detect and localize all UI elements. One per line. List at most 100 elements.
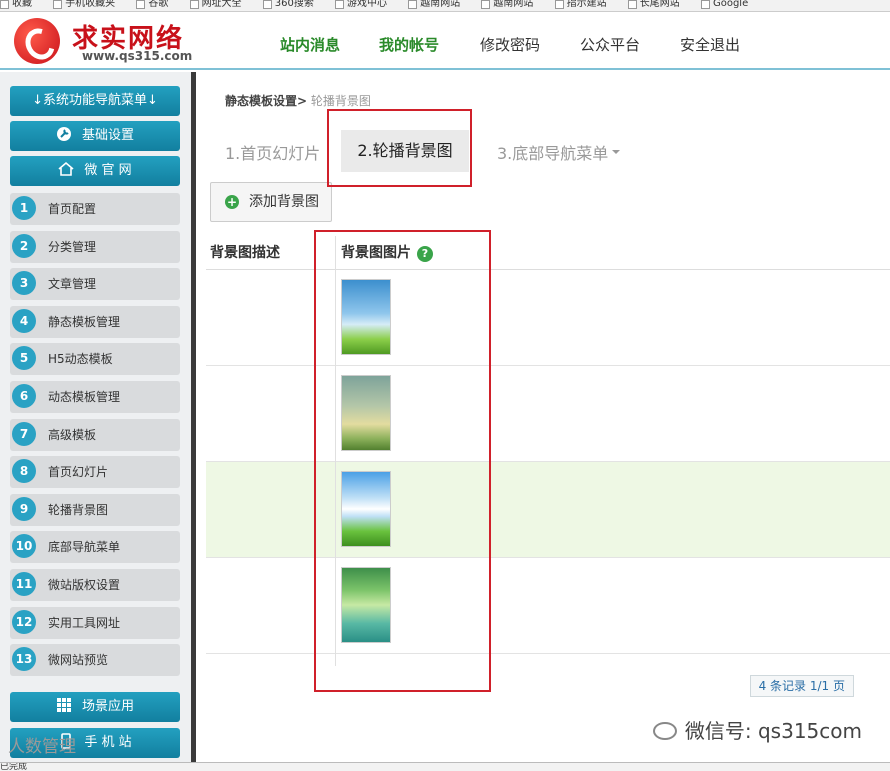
bookmark-icon: [627, 0, 637, 9]
item-number-badge: 5: [12, 346, 36, 370]
tab-home-slides[interactable]: 1.首页幻灯片: [225, 140, 320, 164]
site-header: 求实网络 www.qs315.com 站内消息 我的帐号 修改密码 公众平台 安…: [0, 12, 890, 70]
bookmark-icon: [53, 0, 63, 9]
tab-bottom-nav-label: 3.底部导航菜单: [497, 144, 609, 163]
bookmark-item[interactable]: 收藏: [0, 0, 32, 9]
column-header-description: 背景图描述: [210, 245, 280, 261]
sidebar-item-tool-links[interactable]: 12 实用工具网址: [10, 607, 180, 639]
sidebar-scene-apps[interactable]: 场景应用: [10, 692, 180, 722]
table-header: 背景图描述 背景图图片?: [206, 236, 890, 270]
breadcrumb-parent[interactable]: 静态模板设置>: [225, 94, 307, 108]
nav-public-platform[interactable]: 公众平台: [580, 34, 640, 55]
sidebar-item-home-slides[interactable]: 8 首页幻灯片: [10, 456, 180, 488]
bookmark-icon: [554, 0, 564, 9]
wrench-icon: [56, 127, 71, 141]
highlight-box-tab: [327, 109, 472, 187]
bookmark-item[interactable]: 指示建站: [554, 0, 607, 9]
table-row[interactable]: [206, 366, 890, 462]
breadcrumb: 静态模板设置> 轮播背景图: [225, 92, 371, 109]
sidebar-item-label: 首页幻灯片: [48, 465, 109, 479]
bookmark-item[interactable]: 游戏中心: [335, 0, 387, 9]
sidebar-item-label: 首页配置: [48, 202, 97, 216]
sidebar-item-static-templates[interactable]: 4 静态模板管理: [10, 306, 180, 338]
bookmark-icon: [408, 0, 418, 9]
sidebar-item-articles[interactable]: 3 文章管理: [10, 268, 180, 300]
nav-change-password[interactable]: 修改密码: [480, 34, 540, 55]
table-row[interactable]: [206, 558, 890, 654]
pagination-info: 4 条记录 1/1 页: [749, 675, 854, 697]
item-number-badge: 9: [12, 497, 36, 521]
sidebar-basic-label: 基础设置: [81, 128, 134, 143]
sidebar-mobile-label: 手 机 站: [84, 735, 132, 750]
table-row[interactable]: [206, 270, 890, 366]
bookmark-icon: [262, 0, 272, 9]
bookmark-icon: [335, 0, 345, 9]
sidebar-item-category[interactable]: 2 分类管理: [10, 231, 180, 263]
bookmarks-bar: 收藏 手机收藏夹 谷歌 网址大全 360搜索 游戏中心 越南网站 越南网站 指示…: [0, 0, 890, 12]
bookmark-item[interactable]: 越南网站: [481, 0, 533, 9]
sidebar-item-label: 微网站预览: [48, 653, 109, 667]
highlight-box-images: [314, 230, 491, 692]
bookmark-icon: [189, 0, 199, 9]
plus-icon: +: [225, 195, 239, 209]
sidebar-basic-settings[interactable]: 基础设置: [10, 121, 180, 151]
site-logo[interactable]: 求实网络 www.qs315.com: [14, 16, 204, 66]
nav-logout[interactable]: 安全退出: [680, 34, 740, 55]
item-number-badge: 6: [12, 384, 36, 408]
bookmark-item[interactable]: 网址大全: [189, 0, 242, 9]
bookmark-item[interactable]: 谷歌: [136, 0, 168, 9]
bookmark-item[interactable]: 手机收藏夹: [53, 0, 115, 9]
item-number-badge: 1: [12, 196, 36, 220]
nav-my-account[interactable]: 我的帐号: [379, 34, 439, 55]
logo-url: www.qs315.com: [82, 49, 193, 63]
item-number-badge: 7: [12, 422, 36, 446]
sidebar-item-dynamic-templates[interactable]: 6 动态模板管理: [10, 381, 180, 413]
wechat-icon: [652, 722, 677, 740]
sidebar-item-label: 轮播背景图: [48, 503, 109, 517]
sidebar-weiguanwang-label: 微 官 网: [84, 163, 132, 178]
nav-messages[interactable]: 站内消息: [280, 34, 340, 55]
home-icon: [58, 161, 74, 176]
sidebar-item-preview[interactable]: 13 微网站预览: [10, 644, 180, 676]
bookmark-icon: [481, 0, 491, 9]
sidebar-item-label: 微站版权设置: [48, 578, 121, 592]
sidebar-item-label: 底部导航菜单: [48, 540, 121, 554]
sidebar-weiguanwang[interactable]: 微 官 网: [10, 156, 180, 186]
bookmark-item[interactable]: 长尾网站: [627, 0, 680, 9]
sidebar-item-label: H5动态模板: [48, 352, 113, 366]
table-row[interactable]: [206, 462, 890, 558]
item-number-badge: 8: [12, 459, 36, 483]
bookmark-icon: [700, 0, 710, 9]
sidebar-item-label: 静态模板管理: [48, 315, 121, 329]
bookmark-icon: [0, 0, 9, 9]
tab-bottom-nav[interactable]: 3.底部导航菜单: [497, 140, 621, 164]
item-number-badge: 4: [12, 309, 36, 333]
sidebar-item-home-config[interactable]: 1 首页配置: [10, 193, 180, 225]
main-content: 静态模板设置> 轮播背景图 1.首页幻灯片 2.轮播背景图 3.底部导航菜单 +…: [201, 72, 890, 771]
browser-status-bar: 已完成: [0, 762, 890, 771]
sidebar-item-label: 实用工具网址: [48, 616, 121, 630]
item-number-badge: 12: [12, 610, 36, 634]
sidebar-item-label: 文章管理: [48, 277, 97, 291]
secondary-watermark: 人数管理: [8, 737, 76, 757]
sidebar-item-label: 分类管理: [48, 240, 97, 254]
sidebar-item-h5-templates[interactable]: 5 H5动态模板: [10, 343, 180, 375]
sidebar-item-bottom-nav[interactable]: 10 底部导航菜单: [10, 531, 180, 563]
bookmark-item[interactable]: 越南网站: [408, 0, 460, 9]
sidebar-item-carousel-bg[interactable]: 9 轮播背景图: [10, 494, 180, 526]
add-background-button[interactable]: + 添加背景图: [210, 182, 332, 222]
sidebar-menu-toggle[interactable]: ↓系统功能导航菜单↓: [10, 86, 180, 116]
sidebar-item-advanced-templates[interactable]: 7 高级模板: [10, 419, 180, 451]
bookmark-item[interactable]: 360搜索: [262, 0, 314, 9]
watermark-text: 微信号: qs315com: [684, 719, 862, 743]
chevron-down-icon: [612, 150, 621, 158]
item-number-badge: 2: [12, 234, 36, 258]
sidebar-item-copyright[interactable]: 11 微站版权设置: [10, 569, 180, 601]
sidebar-item-label: 动态模板管理: [48, 390, 121, 404]
bookmark-item[interactable]: Google: [700, 0, 748, 9]
sidebar: ↓系统功能导航菜单↓ 基础设置 微 官 网 1 首页配置 2 分类管理 3 文章管理 …: [0, 72, 196, 771]
breadcrumb-current: 轮播背景图: [310, 94, 371, 108]
bookmark-icon: [136, 0, 146, 9]
item-number-badge: 13: [12, 647, 36, 671]
grid-icon: [56, 698, 71, 712]
